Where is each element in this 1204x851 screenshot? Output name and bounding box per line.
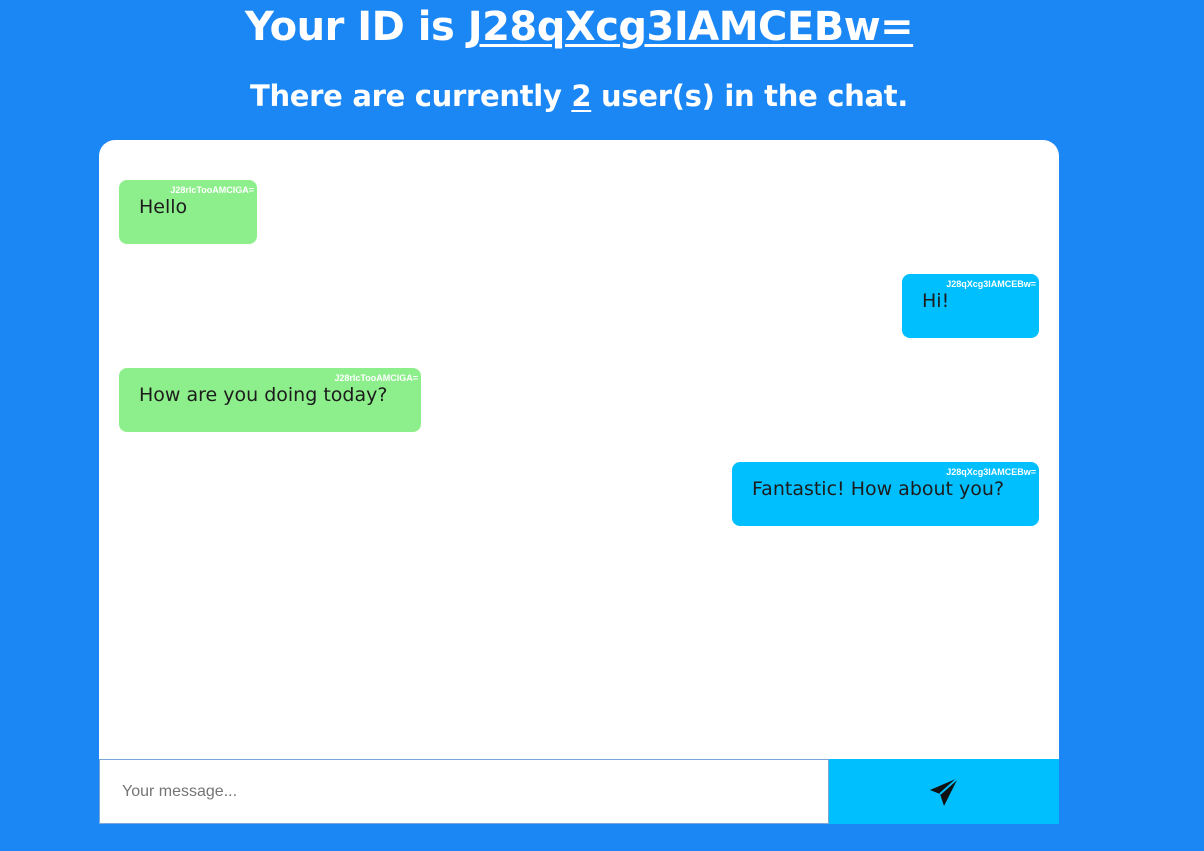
message-bubble-sent: J28qXcg3IAMCEBw= Fantastic! How about yo… — [732, 462, 1039, 526]
user-id-heading: Your ID is J28qXcg3IAMCEBw= — [0, 4, 1158, 50]
message-text: How are you doing today? — [139, 384, 388, 406]
message-text: Fantastic! How about you? — [752, 478, 1005, 500]
user-count-value: 2 — [571, 79, 592, 113]
message-text: Hi! — [922, 290, 950, 312]
message-sender: J28qXcg3IAMCEBw= — [946, 279, 1036, 289]
user-count-heading: There are currently 2 user(s) in the cha… — [0, 77, 1158, 115]
message-bubble-received: J28rIcTooAMCIGA= Hello — [119, 180, 257, 244]
user-id-value: J28qXcg3IAMCEBw= — [467, 4, 914, 50]
chat-page: Your ID is J28qXcg3IAMCEBw= There are cu… — [0, 0, 1204, 851]
message-input[interactable] — [99, 759, 829, 824]
message-bubble-received: J28rIcTooAMCIGA= How are you doing today… — [119, 368, 421, 432]
message-sender: J28rIcTooAMCIGA= — [170, 185, 254, 195]
message-composer — [99, 759, 1059, 824]
chat-messages-window[interactable]: J28rIcTooAMCIGA= Hello J28qXcg3IAMCEBw= … — [99, 140, 1059, 759]
paper-plane-icon — [930, 776, 959, 806]
user-count-prefix: There are currently — [249, 79, 572, 113]
user-id-prefix: Your ID is — [244, 4, 468, 50]
message-text: Hello — [139, 196, 188, 218]
user-count-suffix: user(s) in the chat. — [591, 79, 909, 113]
send-button[interactable] — [829, 759, 1059, 824]
message-bubble-sent: J28qXcg3IAMCEBw= Hi! — [902, 274, 1039, 338]
message-sender: J28rIcTooAMCIGA= — [334, 373, 418, 383]
message-sender: J28qXcg3IAMCEBw= — [946, 467, 1036, 477]
